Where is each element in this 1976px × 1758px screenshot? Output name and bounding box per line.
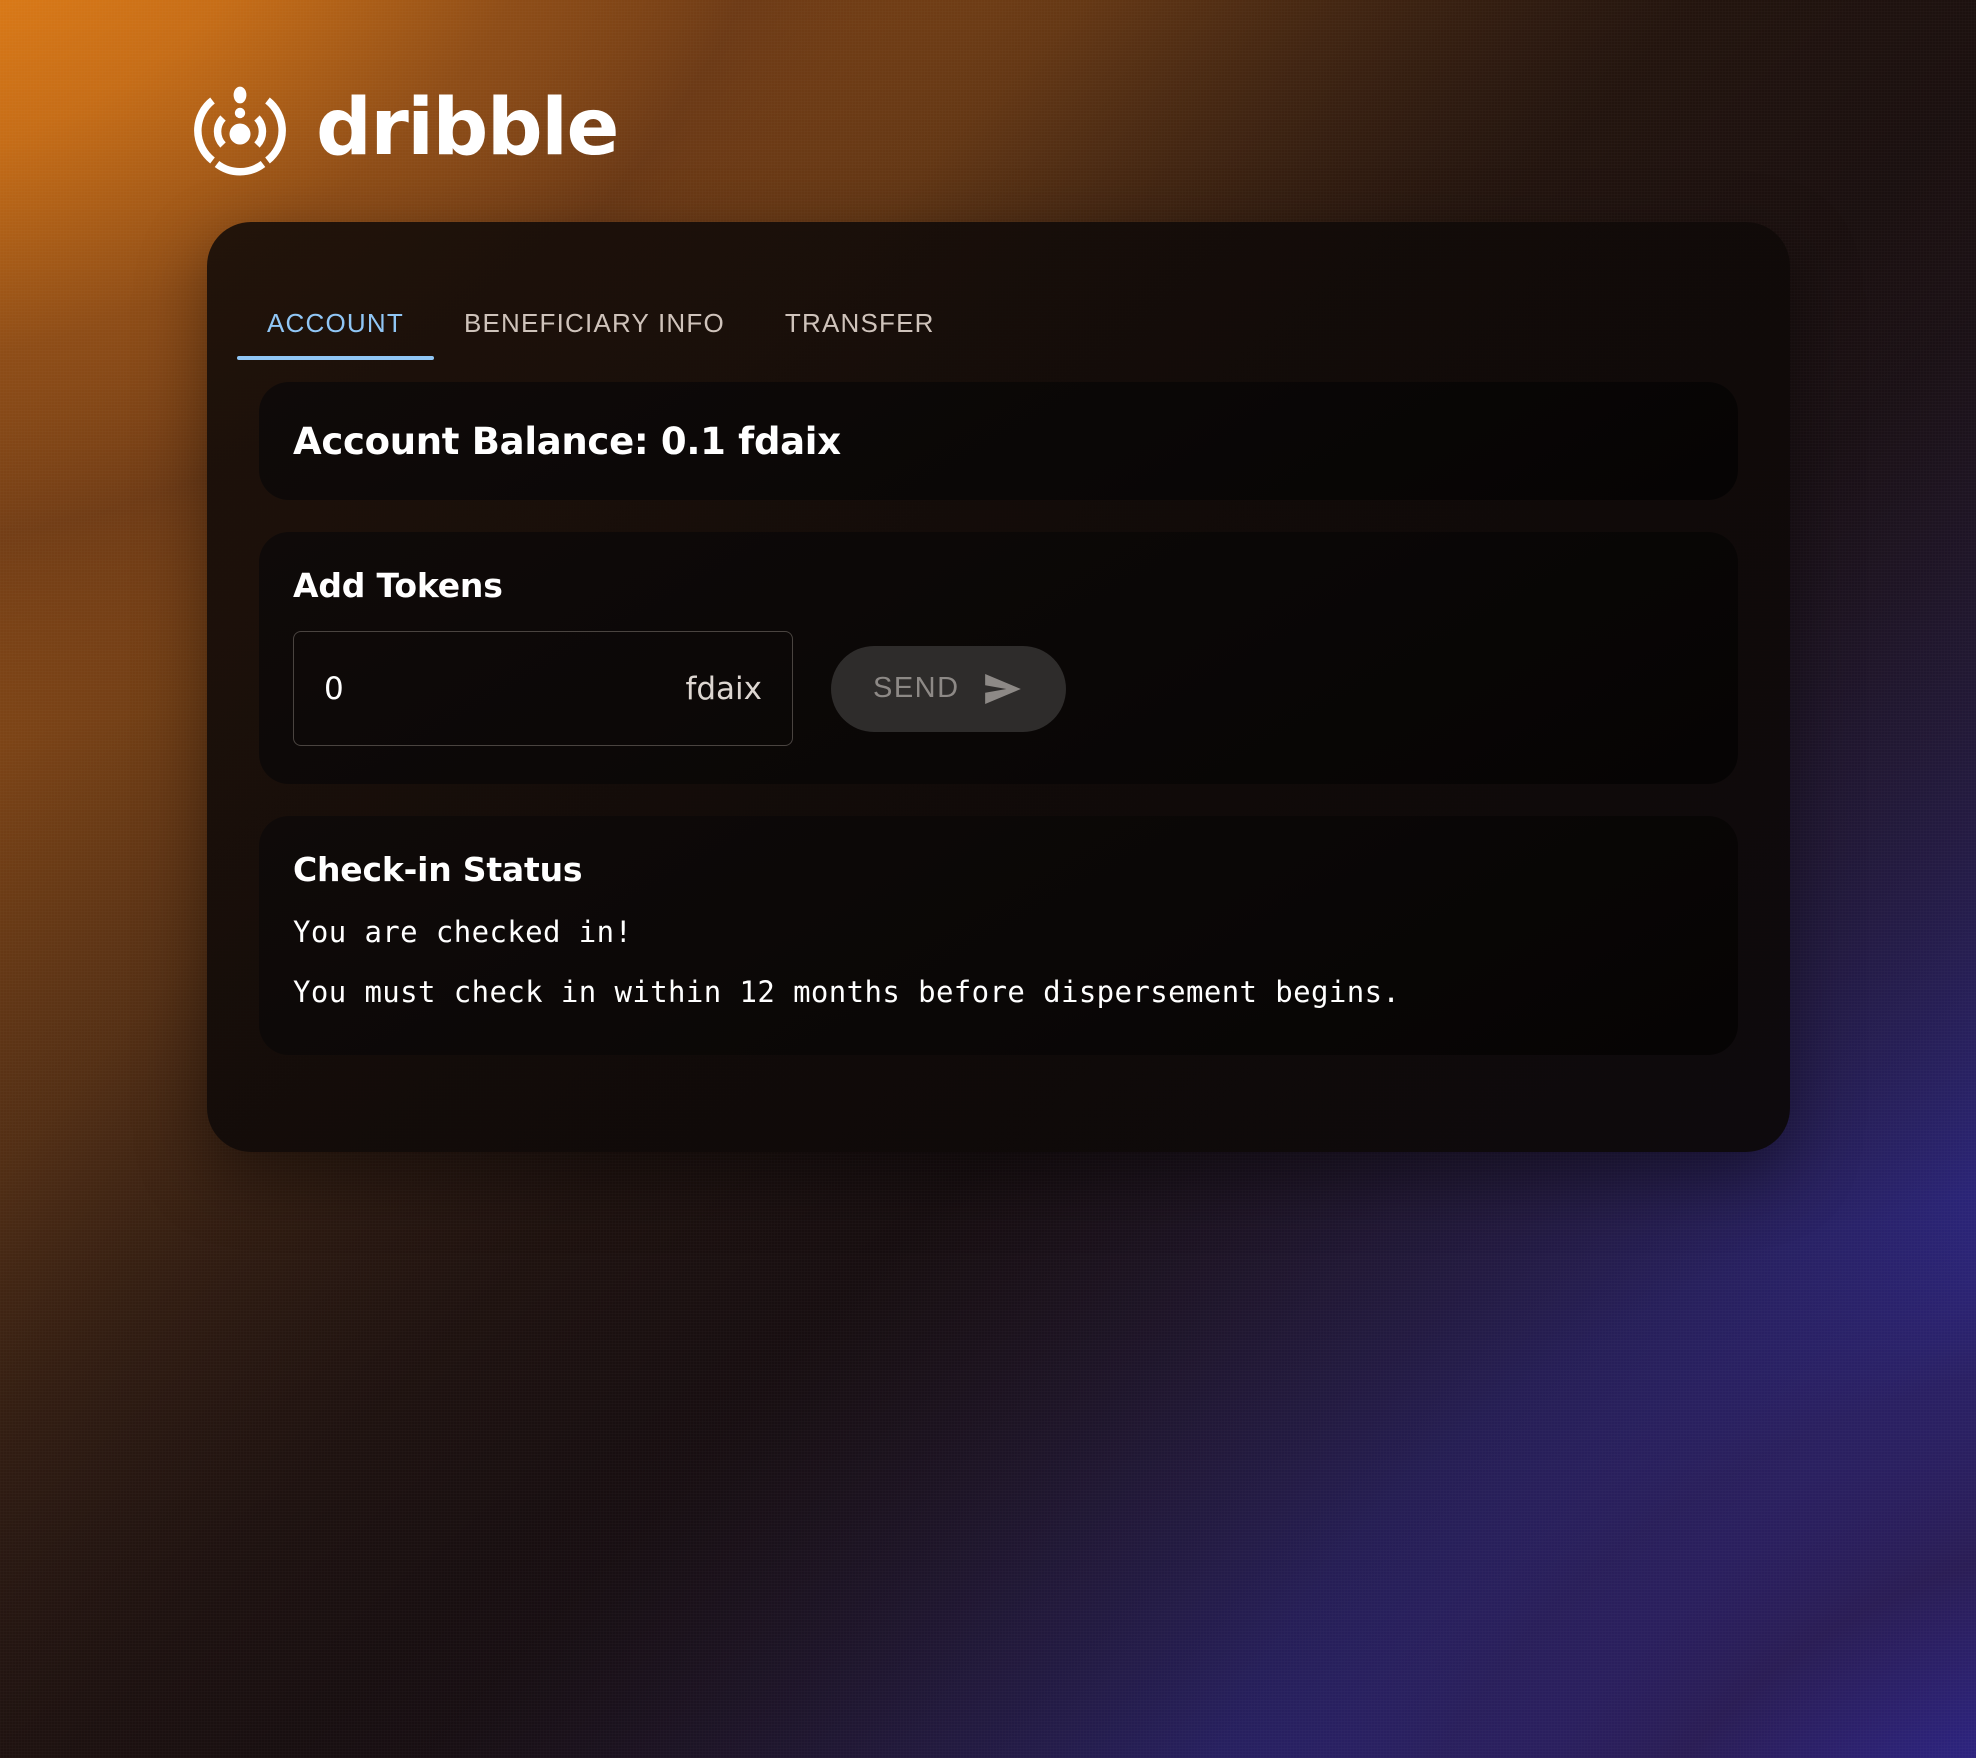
amount-field[interactable]: fdaix bbox=[293, 631, 793, 746]
check-in-status-line-1: You are checked in! bbox=[293, 915, 633, 949]
tab-bar: ACCOUNT BENEFICIARY INFO TRANSFER bbox=[207, 260, 1790, 360]
add-tokens-panel: Add Tokens fdaix SEND bbox=[259, 532, 1738, 784]
panel-stack: Account Balance: 0.1 fdaix Add Tokens fd… bbox=[207, 360, 1790, 1055]
add-tokens-row: fdaix SEND bbox=[293, 631, 1704, 746]
send-paper-plane-icon bbox=[984, 673, 1021, 704]
send-button-label: SEND bbox=[873, 672, 960, 704]
account-balance-text: Account Balance: 0.1 fdaix bbox=[293, 419, 841, 463]
tab-account[interactable]: ACCOUNT bbox=[237, 310, 434, 360]
send-button[interactable]: SEND bbox=[831, 645, 1066, 732]
add-tokens-title: Add Tokens bbox=[293, 566, 503, 605]
tab-beneficiary-info-label: BENEFICIARY INFO bbox=[463, 308, 725, 338]
tab-transfer-label: TRANSFER bbox=[784, 308, 935, 338]
logo-droplet-small bbox=[234, 107, 246, 119]
tab-transfer[interactable]: TRANSFER bbox=[755, 310, 965, 360]
dribble-circular-droplet-logo-icon bbox=[194, 86, 286, 176]
check-in-status-panel: Check-in Status You are checked in! You … bbox=[259, 816, 1738, 1055]
check-in-status-line-2: You must check in within 12 months befor… bbox=[293, 975, 1401, 1009]
tab-beneficiary-info[interactable]: BENEFICIARY INFO bbox=[434, 310, 755, 360]
account-balance-panel: Account Balance: 0.1 fdaix bbox=[259, 382, 1738, 500]
check-in-status-title: Check-in Status bbox=[293, 850, 583, 889]
brand-logo: dribble bbox=[190, 78, 619, 178]
logo-center-dot bbox=[229, 123, 251, 145]
logo-droplet-large bbox=[233, 86, 247, 104]
tab-active-underline bbox=[237, 356, 434, 360]
amount-token-suffix: fdaix bbox=[685, 670, 762, 707]
amount-input[interactable] bbox=[324, 670, 604, 707]
account-card: ACCOUNT BENEFICIARY INFO TRANSFER Accoun… bbox=[207, 222, 1790, 1152]
tab-account-label: ACCOUNT bbox=[267, 308, 404, 338]
brand-wordmark: dribble bbox=[316, 83, 619, 173]
